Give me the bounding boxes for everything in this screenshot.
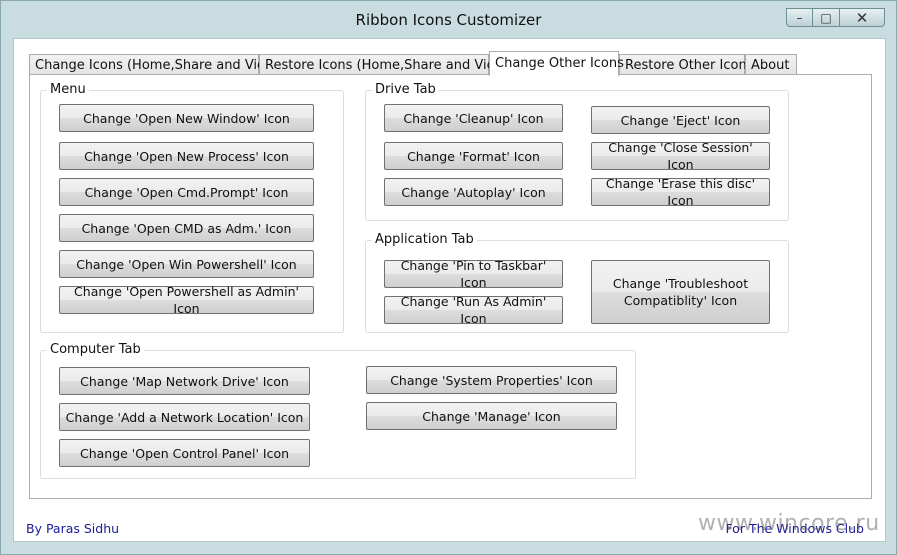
troubleshoot-compatibility-button[interactable]: Change 'Troubleshoot Compatiblity' Icon	[591, 260, 770, 324]
group-computer-tab: Computer Tab Change 'Map Network Drive' …	[40, 342, 636, 479]
group-computer-tab-label: Computer Tab	[47, 342, 144, 357]
run-as-admin-button[interactable]: Change 'Run As Admin' Icon	[384, 294, 563, 326]
group-application-tab: Application Tab Change 'Pin to Taskbar' …	[365, 232, 789, 333]
watermark-text: www.wincore.ru	[698, 511, 880, 536]
author-label: By Paras Sidhu	[26, 521, 120, 536]
tab-restore-other-icons[interactable]: Restore Other Icons	[619, 54, 753, 75]
open-cmd-prompt-button[interactable]: Change 'Open Cmd.Prompt' Icon	[59, 178, 314, 206]
tab-change-icons[interactable]: Change Icons (Home,Share and View)	[29, 54, 281, 75]
close-session-button[interactable]: Change 'Close Session' Icon	[591, 140, 770, 172]
open-new-process-button[interactable]: Change 'Open New Process' Icon	[59, 142, 314, 170]
erase-this-disc-button[interactable]: Change 'Erase this disc' Icon	[591, 176, 770, 208]
open-new-window-button[interactable]: Change 'Open New Window' Icon	[59, 104, 314, 132]
open-cmd-as-admin-button[interactable]: Change 'Open CMD as Adm.' Icon	[59, 214, 314, 242]
window-title: Ribbon Icons Customizer	[355, 11, 542, 29]
open-powershell-as-admin-button[interactable]: Change 'Open Powershell as Admin' Icon	[59, 284, 314, 316]
tab-panel-change-other-icons: Menu Change 'Open New Window' Icon Chang…	[29, 74, 872, 499]
app-window: Ribbon Icons Customizer – □ ✕ Change Ico…	[0, 0, 897, 555]
tab-restore-icons[interactable]: Restore Icons (Home,Share and View)	[259, 54, 510, 75]
format-button[interactable]: Change 'Format' Icon	[384, 142, 563, 170]
maximize-icon: □	[820, 10, 832, 25]
tab-change-other-icons[interactable]: Change Other Icons	[489, 51, 624, 76]
add-network-location-button[interactable]: Change 'Add a Network Location' Icon	[59, 403, 310, 431]
group-menu-label: Menu	[47, 82, 89, 97]
close-button[interactable]: ✕	[839, 8, 885, 27]
autoplay-button[interactable]: Change 'Autoplay' Icon	[384, 178, 563, 206]
minimize-icon: –	[796, 10, 803, 25]
minimize-button[interactable]: –	[786, 8, 813, 27]
open-control-panel-button[interactable]: Change 'Open Control Panel' Icon	[59, 439, 310, 467]
group-drive-tab-label: Drive Tab	[372, 82, 439, 97]
title-bar[interactable]: Ribbon Icons Customizer – □ ✕	[1, 1, 896, 41]
group-drive-tab: Drive Tab Change 'Cleanup' Icon Change '…	[365, 82, 789, 221]
cleanup-button[interactable]: Change 'Cleanup' Icon	[384, 104, 563, 132]
tab-about[interactable]: About	[745, 54, 797, 75]
system-properties-button[interactable]: Change 'System Properties' Icon	[366, 366, 617, 394]
pin-to-taskbar-button[interactable]: Change 'Pin to Taskbar' Icon	[384, 258, 563, 290]
maximize-button[interactable]: □	[812, 8, 840, 27]
close-icon: ✕	[855, 8, 869, 27]
group-menu: Menu Change 'Open New Window' Icon Chang…	[40, 82, 344, 333]
manage-button[interactable]: Change 'Manage' Icon	[366, 402, 617, 430]
client-area: Change Icons (Home,Share and View) Resto…	[13, 38, 886, 542]
eject-button[interactable]: Change 'Eject' Icon	[591, 106, 770, 134]
map-network-drive-button[interactable]: Change 'Map Network Drive' Icon	[59, 367, 310, 395]
open-win-powershell-button[interactable]: Change 'Open Win Powershell' Icon	[59, 250, 314, 278]
group-application-tab-label: Application Tab	[372, 232, 477, 247]
